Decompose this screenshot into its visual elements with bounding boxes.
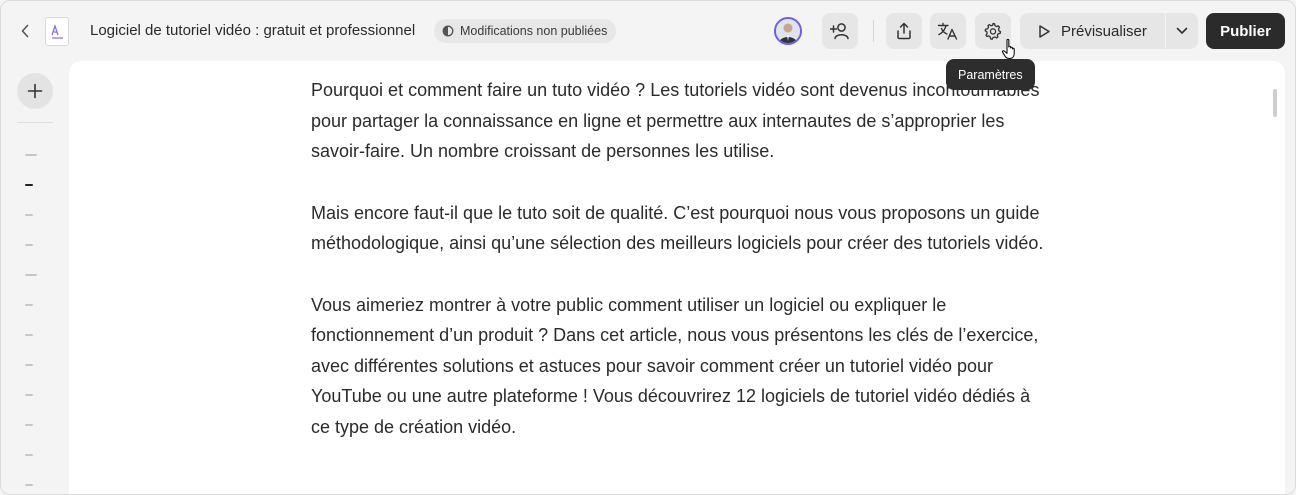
toc-item[interactable] — [25, 334, 33, 336]
toc-item[interactable] — [25, 304, 33, 306]
back-button[interactable] — [15, 20, 35, 42]
translate-button[interactable] — [930, 13, 966, 49]
share-button[interactable] — [886, 13, 922, 49]
share-icon — [897, 22, 911, 40]
article-body[interactable]: Pourquoi et comment faire un tuto vidéo … — [311, 75, 1051, 473]
paragraph[interactable]: Mais encore faut-il que le tuto soit de … — [311, 198, 1051, 259]
toc-item[interactable] — [25, 274, 37, 276]
app-window: Logiciel de tutoriel vidéo : gratuit et … — [0, 0, 1296, 495]
document-title[interactable]: Logiciel de tutoriel vidéo : gratuit et … — [90, 22, 415, 39]
half-circle-icon — [442, 25, 454, 37]
translate-icon — [937, 22, 958, 40]
preview-options-button[interactable] — [1166, 13, 1198, 49]
toc-item[interactable] — [25, 454, 33, 456]
back-icon — [21, 24, 29, 38]
chevron-down-icon — [1176, 27, 1188, 34]
publish-button[interactable]: Publier — [1206, 13, 1285, 49]
paragraph[interactable]: Pourquoi et comment faire un tuto vidéo … — [311, 75, 1051, 167]
toc-item[interactable] — [25, 214, 33, 216]
gear-icon — [984, 22, 1002, 40]
rail-divider — [17, 122, 53, 123]
hand-cursor-icon — [1001, 38, 1015, 60]
status-text: Modifications non publiées — [460, 24, 608, 38]
toc-item[interactable] — [25, 364, 33, 366]
status-badge: Modifications non publiées — [434, 19, 617, 43]
add-user-icon — [830, 23, 849, 40]
add-block-button[interactable] — [17, 73, 53, 109]
add-user-button[interactable] — [822, 13, 858, 49]
preview-label: Prévisualiser — [1061, 22, 1147, 40]
play-icon — [1039, 24, 1050, 38]
plus-icon — [27, 83, 43, 99]
scrollbar[interactable] — [1273, 89, 1277, 117]
paragraph[interactable]: Vous aimeriez montrer à votre public com… — [311, 290, 1051, 443]
toc-item[interactable] — [25, 394, 33, 396]
toc-item[interactable] — [25, 484, 33, 486]
editor-canvas[interactable]: Pourquoi et comment faire un tuto vidéo … — [69, 61, 1285, 494]
toc-item[interactable] — [25, 244, 33, 246]
toc-item[interactable] — [25, 154, 37, 156]
toc-item-active[interactable] — [25, 184, 33, 186]
toc-item[interactable] — [25, 424, 33, 426]
document-icon[interactable] — [45, 17, 69, 46]
settings-tooltip: Paramètres — [946, 59, 1035, 90]
toolbar-divider — [873, 20, 874, 42]
avatar[interactable] — [774, 17, 802, 45]
preview-button[interactable]: Prévisualiser — [1020, 13, 1165, 49]
